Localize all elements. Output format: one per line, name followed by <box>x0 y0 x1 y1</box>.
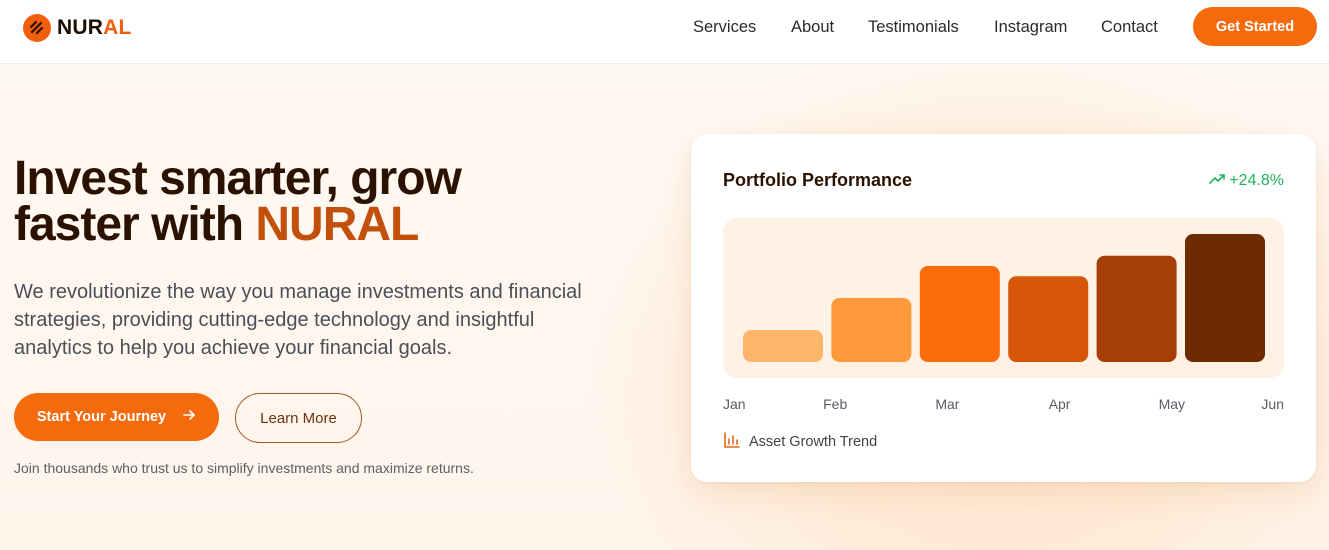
bar-mar <box>919 266 1000 362</box>
nav-item-testimonials[interactable]: Testimonials <box>868 18 959 37</box>
x-tick-feb: Feb <box>823 396 848 412</box>
start-journey-button[interactable]: Start Your Journey <box>14 393 219 441</box>
x-tick-mar: Mar <box>935 396 960 412</box>
trending-up-icon <box>1209 172 1226 190</box>
performance-change: +24.8% <box>1209 172 1284 190</box>
start-journey-label: Start Your Journey <box>36 409 167 425</box>
bar-apr <box>1008 276 1089 362</box>
x-tick-jun: Jun <box>1261 396 1284 412</box>
headline-brand: NURAL <box>255 198 419 251</box>
site-header: NURAL Services About Testimonials Instag… <box>0 0 1329 64</box>
nav-item-instagram[interactable]: Instagram <box>994 18 1067 37</box>
portfolio-card: Portfolio Performance +24.8% Jan Feb Mar Ap… <box>691 134 1316 482</box>
chart-footer-label: Asset Growth Trend <box>749 434 878 450</box>
x-tick-may: May <box>1158 396 1186 412</box>
nav-item-services[interactable]: Services <box>693 18 756 37</box>
trust-text: Join thousands who trust us to simplify … <box>14 460 474 476</box>
logo[interactable]: NURAL <box>23 14 132 42</box>
nav-item-about[interactable]: About <box>791 18 834 37</box>
bar-chart-icon <box>723 431 741 453</box>
chart-area <box>723 218 1284 378</box>
hero-description: We revolutionize the way you manage inve… <box>14 281 582 359</box>
hero-headline: Invest smarter, grow faster with NURAL <box>14 155 654 251</box>
logo-text-part2: AL <box>103 16 132 39</box>
learn-more-button[interactable]: Learn More <box>235 393 362 443</box>
headline-line2-prefix: faster with <box>14 198 256 251</box>
bar-chart <box>743 234 1265 362</box>
x-tick-apr: Apr <box>1048 396 1071 412</box>
logo-text-part1: NUR <box>57 16 104 39</box>
nav-item-contact[interactable]: Contact <box>1101 18 1158 37</box>
chart-footer: Asset Growth Trend <box>723 431 877 453</box>
bar-jan <box>743 330 823 362</box>
arrow-right-icon <box>182 408 196 426</box>
get-started-button[interactable]: Get Started <box>1193 7 1317 46</box>
bar-may <box>1096 255 1177 362</box>
change-value: +24.8% <box>1229 172 1284 189</box>
bar-jun <box>1185 234 1265 362</box>
x-tick-jan: Jan <box>723 396 746 412</box>
stripes-logo-icon <box>23 14 51 42</box>
logo-wordmark: NURAL <box>57 16 132 40</box>
card-title: Portfolio Performance <box>723 170 913 190</box>
bar-feb <box>831 298 912 362</box>
